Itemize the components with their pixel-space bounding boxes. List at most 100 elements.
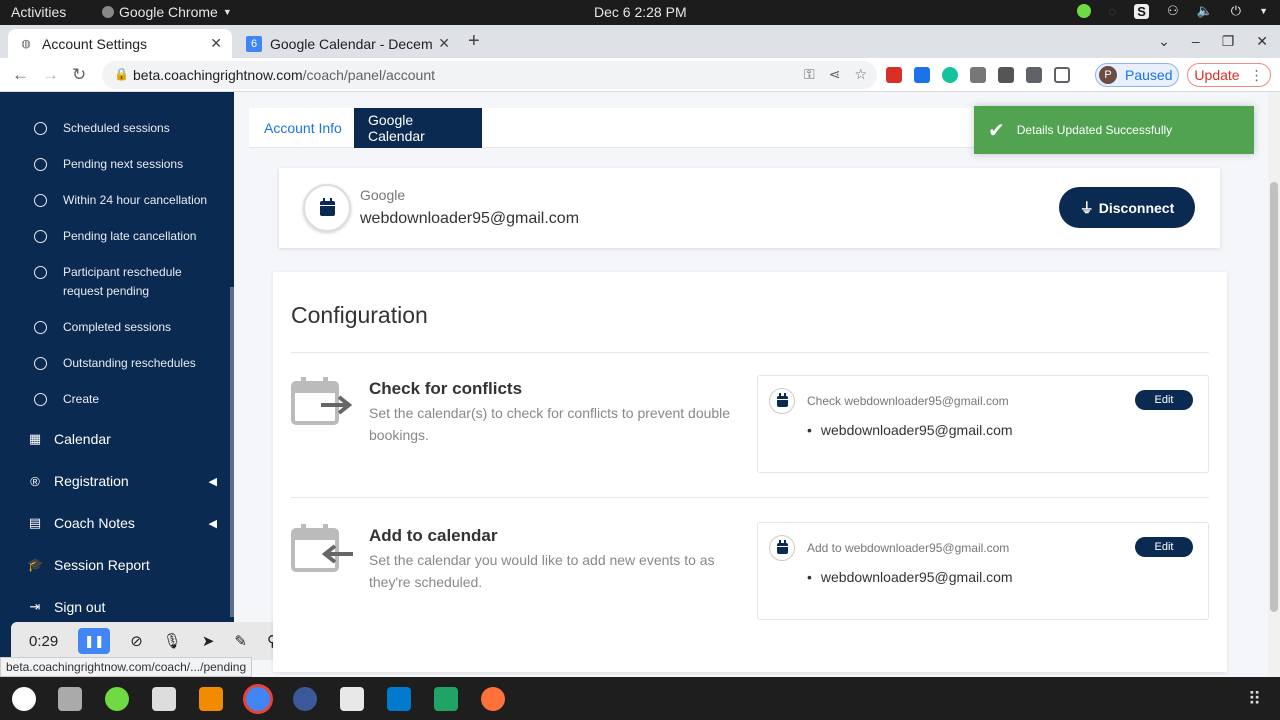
sidebar-item-scheduled-sessions[interactable]: Scheduled sessions — [28, 119, 218, 138]
extension-icon[interactable] — [970, 67, 986, 83]
sidebar-item-calendar[interactable]: ▦ Calendar — [27, 431, 217, 447]
back-icon[interactable]: ← — [12, 65, 29, 85]
indicator-icon[interactable]: ◌ — [1109, 4, 1117, 19]
maximize-icon[interactable]: ❐ — [1222, 33, 1235, 50]
disconnect-button[interactable]: ⏚ Disconnect — [1059, 187, 1195, 228]
camera-off-icon[interactable]: ⊘ — [130, 632, 143, 650]
chevron-left-icon: ◀ — [208, 475, 217, 488]
lock-icon[interactable]: 🔒 — [114, 67, 129, 81]
edit-conflicts-button[interactable]: Edit — [1135, 390, 1193, 410]
cursor-icon[interactable]: ➤ — [202, 632, 215, 650]
url-text[interactable]: beta.coachingrightnow.com/coach/panel/ac… — [133, 67, 435, 83]
side-panel-icon[interactable] — [1054, 67, 1070, 83]
sublime-icon[interactable] — [199, 687, 223, 711]
sidebar-item-session-report[interactable]: 🎓 Session Report — [27, 557, 217, 573]
app-grid-icon[interactable]: ⠿ — [1248, 689, 1261, 710]
success-toast[interactable]: ✔ Details Updated Successfully — [974, 106, 1254, 154]
sidebar-item-coach-notes[interactable]: ▤ Coach Notes ◀ — [27, 515, 217, 531]
sidebar-item-label: Session Report — [54, 557, 150, 573]
app-menu-label: Google Chrome — [119, 4, 218, 20]
sidebar-item-within-24-hour-cancellation[interactable]: Within 24 hour cancellation — [28, 191, 218, 210]
extensions-area — [886, 67, 1070, 83]
upwork-icon[interactable] — [105, 687, 129, 711]
files-icon[interactable] — [58, 687, 82, 711]
list-item: webdownloader95@gmail.com — [807, 569, 1013, 585]
key-icon[interactable]: ⚿ — [804, 66, 815, 83]
activities-button[interactable]: Activities — [11, 4, 66, 20]
sidebar-item-outstanding-reschedules[interactable]: Outstanding reschedules — [28, 354, 218, 373]
forms-extension-icon[interactable] — [914, 67, 930, 83]
app-menu[interactable]: Google Chrome ▼ — [102, 4, 232, 20]
url-host: beta.coachingrightnow.com — [133, 67, 303, 83]
upwork-tray-icon[interactable] — [1076, 4, 1091, 18]
scrollbar-thumb[interactable] — [1270, 182, 1278, 612]
new-tab-button[interactable]: + — [468, 30, 480, 53]
calc-icon[interactable] — [434, 687, 458, 711]
close-window-icon[interactable]: ✕ — [1256, 33, 1268, 50]
sidebar-item-label: Registration — [54, 473, 129, 489]
bookmark-star-icon[interactable]: ☆ — [854, 66, 867, 83]
pause-button[interactable]: ❚❚ — [78, 628, 111, 654]
system-top-bar: Activities Google Chrome ▼ Dec 6 2:28 PM… — [0, 0, 1280, 25]
tab-account-settings[interactable]: ◍ Account Settings ✕ — [8, 29, 232, 58]
close-icon[interactable]: ✕ — [438, 35, 450, 52]
edit-add-calendar-button[interactable]: Edit — [1135, 537, 1193, 557]
firefox-icon[interactable] — [481, 687, 505, 711]
sidebar-item-completed-sessions[interactable]: Completed sessions — [28, 318, 218, 337]
system-clock[interactable]: Dec 6 2:28 PM — [594, 4, 687, 20]
mic-off-icon[interactable]: 🎙 — [163, 632, 182, 650]
timer-icon[interactable] — [293, 687, 317, 711]
tab-account-info[interactable]: Account Info — [250, 108, 356, 148]
text-editor-icon[interactable] — [340, 687, 364, 711]
calendar-arrow-right-icon — [291, 377, 353, 425]
kebab-menu-icon[interactable]: ⋮ — [1250, 67, 1264, 84]
eyedropper-extension-icon[interactable] — [998, 67, 1014, 83]
calendar-badge — [303, 184, 351, 232]
sidebar-item-create[interactable]: Create — [28, 390, 218, 409]
globe-icon: ◍ — [21, 38, 31, 50]
address-bar[interactable]: 🔒 beta.coachingrightnow.com/coach/panel/… — [102, 61, 877, 89]
page-scrollbar[interactable] — [1268, 92, 1280, 677]
grammarly-extension-icon[interactable] — [942, 67, 958, 83]
conflict-calendars-box: Check webdownloader95@gmail.com webdownl… — [757, 375, 1209, 473]
update-button[interactable]: Update ⋮ — [1187, 63, 1271, 87]
volume-icon[interactable]: 🔈 — [1197, 3, 1213, 19]
share-icon[interactable]: ⋖ — [829, 66, 841, 83]
sidebar-item-pending-late-cancellation[interactable]: Pending late cancellation — [28, 227, 218, 246]
tab-google-calendar[interactable]: 6 Google Calendar - Decem ✕ — [236, 29, 460, 58]
forward-icon[interactable]: → — [42, 65, 59, 85]
profile-paused-button[interactable]: P Paused — [1095, 63, 1179, 87]
circle-icon — [34, 194, 47, 207]
reload-icon[interactable]: ↻ — [72, 65, 86, 85]
slack-icon[interactable] — [12, 687, 36, 711]
sidebar-item-registration[interactable]: ® Registration ◀ — [27, 473, 217, 489]
spreadsheet-icon[interactable] — [152, 687, 176, 711]
calendar-icon: ▦ — [28, 431, 42, 446]
vscode-icon[interactable] — [387, 687, 411, 711]
tab-google-calendar[interactable]: Google Calendar — [354, 108, 482, 148]
puzzle-icon[interactable] — [1026, 67, 1042, 83]
network-icon[interactable]: ⚇ — [1167, 3, 1179, 19]
sidebar-item-participant-reschedule[interactable]: Participant reschedule request pending — [28, 263, 218, 301]
tab-search-icon[interactable]: ⌄ — [1158, 33, 1170, 50]
section-description: Set the calendar you would like to add n… — [369, 552, 715, 590]
recording-timer: 0:29 — [29, 632, 59, 650]
sidebar-item-label: Within 24 hour cancellation — [63, 193, 208, 207]
chrome-icon[interactable] — [246, 687, 270, 711]
sidebar-item-label: Pending next sessions — [63, 157, 184, 171]
sidebar-item-label: Completed sessions — [63, 320, 172, 334]
calendar-arrow-left-icon — [291, 524, 353, 572]
caret-down-icon[interactable]: ▼ — [1259, 6, 1268, 16]
system-tray[interactable]: ◌ S ⚇ 🔈 ⏻ ▼ — [1076, 3, 1268, 19]
circle-icon — [34, 321, 47, 334]
power-icon[interactable]: ⏻ — [1231, 3, 1241, 19]
minimize-icon[interactable]: – — [1192, 33, 1200, 50]
window-controls: ⌄ – ❐ ✕ — [1158, 33, 1268, 50]
close-icon[interactable]: ✕ — [210, 35, 222, 52]
url-path: /coach/panel/account — [302, 67, 435, 83]
recorder-extension-icon[interactable] — [886, 67, 902, 83]
sidebar-item-pending-next-sessions[interactable]: Pending next sessions — [28, 155, 218, 174]
sidebar-item-sign-out[interactable]: ⇥ Sign out — [27, 599, 217, 615]
browser-tab-strip: ◍ Account Settings ✕ 6 Google Calendar -… — [0, 25, 1280, 58]
skype-tray-icon[interactable]: S — [1134, 3, 1149, 19]
